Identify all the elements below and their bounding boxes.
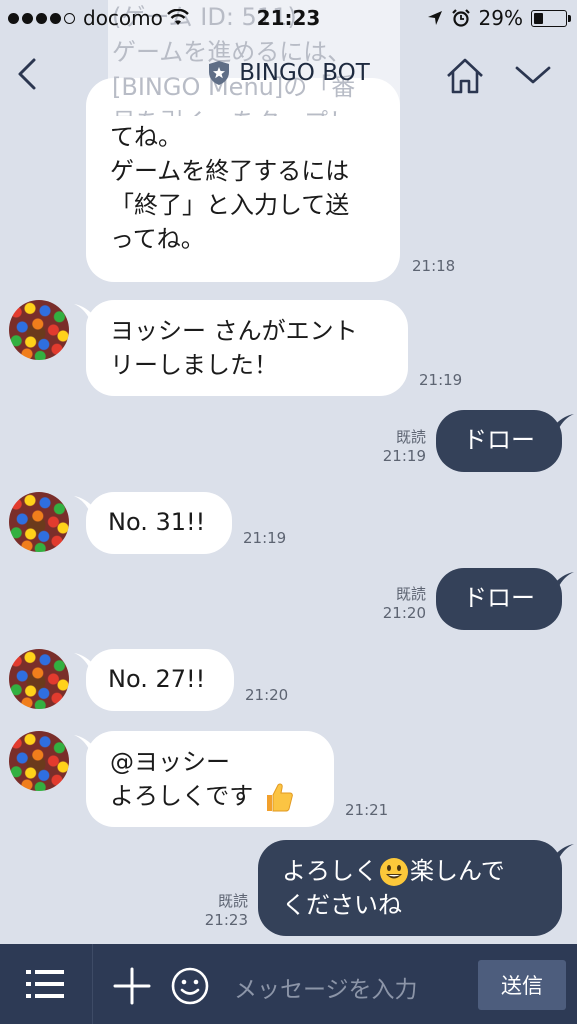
- bot-avatar[interactable]: [9, 492, 69, 552]
- bot-avatar[interactable]: [9, 731, 69, 791]
- bot-avatar[interactable]: [9, 649, 69, 709]
- official-account-shield-icon: [209, 61, 230, 85]
- read-receipt: 既読 21:20: [382, 585, 426, 622]
- bubble-tail: [552, 414, 574, 430]
- incoming-message: ヨッシー さんがエント リーしました！: [86, 300, 408, 396]
- menu-list-icon[interactable]: [26, 968, 64, 1000]
- message-time: 21:19: [419, 371, 463, 389]
- outgoing-message: ドロー: [436, 568, 562, 630]
- smiley-emoji-icon: [380, 858, 408, 886]
- message-time: 21:18: [412, 257, 456, 275]
- emoji-smile-icon[interactable]: [170, 966, 210, 1006]
- home-icon[interactable]: [444, 56, 486, 96]
- read-receipt: 既読 21:23: [204, 892, 248, 929]
- divider: [92, 944, 93, 1024]
- chat-header: BINGO BOT: [0, 38, 577, 116]
- input-bar: メッセージを入力 送信: [0, 944, 577, 1024]
- outgoing-message: ドロー: [436, 410, 562, 472]
- battery-icon: [531, 9, 571, 27]
- battery-percent: 29%: [478, 6, 523, 30]
- incoming-message: No. 27!!: [86, 649, 234, 711]
- bot-avatar[interactable]: [9, 300, 69, 360]
- plus-icon[interactable]: [112, 966, 152, 1006]
- message-input[interactable]: メッセージを入力: [234, 970, 418, 1004]
- message-time: 21:19: [243, 529, 287, 547]
- chevron-down-icon[interactable]: [512, 60, 554, 90]
- message-time: 21:21: [345, 801, 389, 819]
- chat-title[interactable]: BINGO BOT: [0, 60, 577, 86]
- send-button[interactable]: 送信: [478, 960, 566, 1010]
- thumbs-up-emoji-icon: [266, 783, 293, 812]
- bubble-tail: [552, 844, 574, 860]
- location-icon: [427, 11, 442, 25]
- bubble-tail: [552, 572, 574, 588]
- outgoing-message: よろしく 楽しんで くださいね: [258, 840, 562, 936]
- chat-title-label: BINGO BOT: [239, 60, 370, 86]
- read-receipt: 既読 21:19: [382, 428, 426, 465]
- incoming-message: @ヨッシー よろしくです: [86, 731, 334, 827]
- alarm-icon: [451, 9, 470, 27]
- incoming-message: No. 31!!: [86, 492, 232, 554]
- status-bar: docomo 21:23 29%: [0, 0, 577, 38]
- message-time: 21:20: [245, 686, 289, 704]
